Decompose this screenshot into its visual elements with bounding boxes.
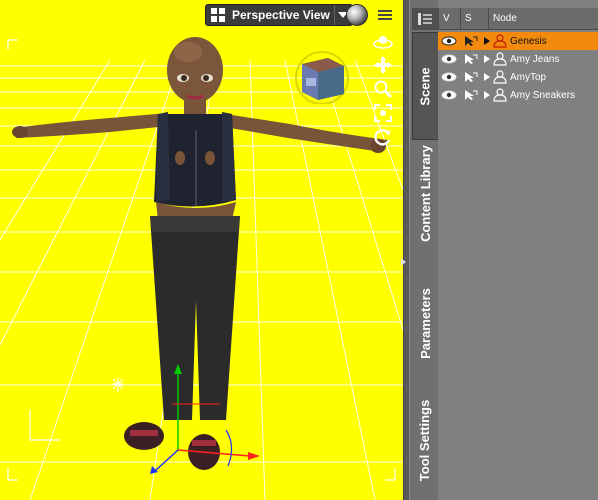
- expand-arrow-icon[interactable]: [482, 37, 492, 45]
- scene-node-amy-sneakers[interactable]: Amy Sneakers: [438, 86, 598, 104]
- tab-tool-settings-label: Tool Settings: [417, 399, 433, 481]
- node-name: Genesis: [510, 35, 547, 47]
- expand-arrow-icon[interactable]: [482, 73, 492, 81]
- frame-icon[interactable]: [372, 102, 394, 124]
- figure-icon: [492, 88, 508, 102]
- reset-view-icon[interactable]: [372, 126, 394, 148]
- tab-parameters[interactable]: Parameters: [412, 268, 438, 378]
- eye-icon[interactable]: [438, 36, 460, 46]
- tab-content-library-label: Content Library: [417, 144, 433, 242]
- figure-icon: [492, 34, 508, 48]
- viewport-menu-icon[interactable]: [374, 4, 396, 26]
- scene-options-icon[interactable]: [412, 8, 438, 30]
- tab-tool-settings[interactable]: Tool Settings: [412, 385, 438, 495]
- column-selectable[interactable]: S: [460, 8, 484, 30]
- cursor-icon[interactable]: [460, 53, 482, 65]
- shading-sphere-icon[interactable]: [346, 4, 368, 26]
- tab-parameters-label: Parameters: [417, 287, 433, 359]
- figure-icon: [492, 70, 508, 84]
- scene-node-genesis[interactable]: Genesis: [438, 32, 598, 50]
- view-cube[interactable]: [292, 48, 356, 105]
- tab-content-library[interactable]: Content Library: [412, 128, 438, 258]
- eye-icon[interactable]: [438, 54, 460, 64]
- view-label: Perspective View: [232, 8, 330, 22]
- orbit-icon[interactable]: [372, 32, 394, 54]
- scene-column-header: V S Node: [438, 8, 598, 30]
- eye-icon[interactable]: [438, 72, 460, 82]
- column-visible[interactable]: V: [438, 8, 460, 30]
- cursor-icon[interactable]: [460, 89, 482, 101]
- viewport-layout-icon[interactable]: [209, 6, 227, 24]
- node-name: Amy Sneakers: [510, 89, 576, 101]
- scene-panel: V S Node Genesis Amy Jeans AmyTop Amy Sn…: [438, 0, 598, 500]
- collapse-arrow-icon[interactable]: [401, 258, 406, 266]
- expand-arrow-icon[interactable]: [482, 91, 492, 99]
- cursor-icon[interactable]: [460, 35, 482, 47]
- tab-scene-label: Scene: [418, 66, 433, 106]
- 3d-viewport[interactable]: Perspective View: [0, 0, 403, 500]
- dock-splitter[interactable]: [403, 0, 410, 500]
- tab-scene[interactable]: Scene: [412, 32, 438, 140]
- scene-node-amy-jeans[interactable]: Amy Jeans: [438, 50, 598, 68]
- node-name: AmyTop: [510, 71, 547, 83]
- pan-icon[interactable]: [372, 54, 394, 76]
- figure-icon: [492, 52, 508, 66]
- zoom-icon[interactable]: [372, 78, 394, 100]
- eye-icon[interactable]: [438, 90, 460, 100]
- node-name: Amy Jeans: [510, 53, 560, 65]
- expand-arrow-icon[interactable]: [482, 55, 492, 63]
- cursor-icon[interactable]: [460, 71, 482, 83]
- column-node[interactable]: Node: [488, 8, 598, 30]
- view-selector[interactable]: Perspective View: [205, 4, 353, 26]
- scene-node-amytop[interactable]: AmyTop: [438, 68, 598, 86]
